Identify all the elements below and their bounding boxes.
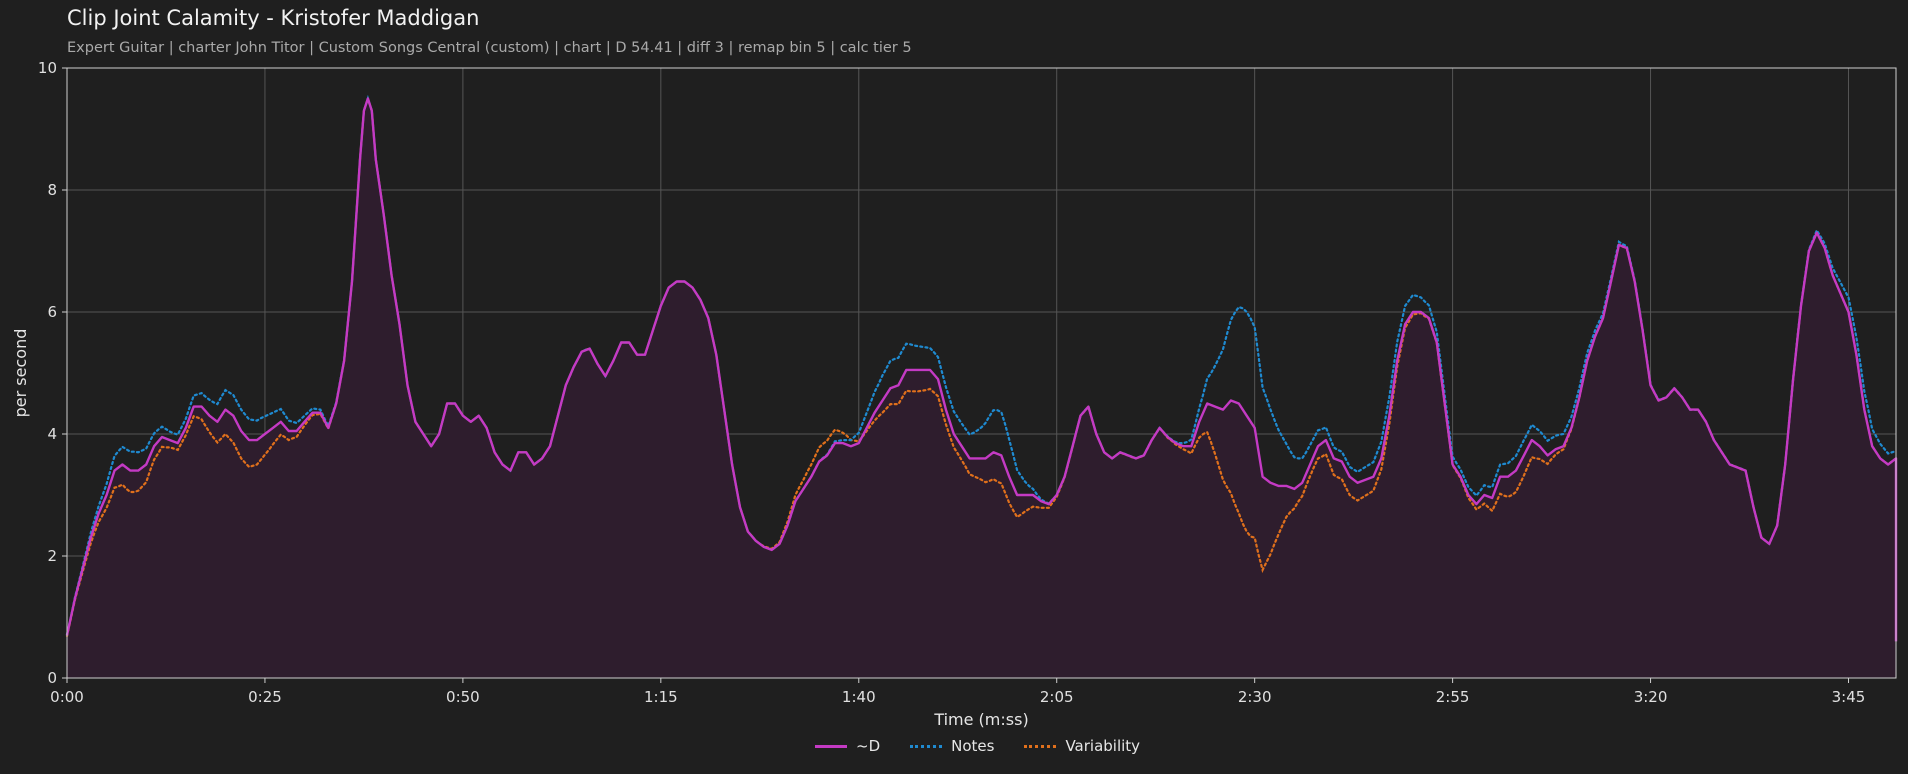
x-tick-label: 2:30 (1238, 688, 1272, 706)
y-axis-label: per second (11, 329, 30, 418)
legend-label-variability: Variability (1065, 737, 1141, 755)
y-tick-label: 8 (47, 181, 57, 199)
legend-swatch-d (815, 744, 847, 748)
y-tick-label: 2 (47, 547, 57, 565)
legend-item-notes: Notes (910, 737, 994, 755)
x-tick-label: 2:55 (1436, 688, 1470, 706)
x-tick-label: 0:00 (50, 688, 84, 706)
x-tick-label: 1:15 (644, 688, 678, 706)
x-tick-label: 0:50 (446, 688, 480, 706)
x-tick-label: 0:25 (248, 688, 282, 706)
legend-label-notes: Notes (951, 737, 995, 755)
y-tick-label: 0 (47, 669, 57, 687)
legend-item-d: ~D (815, 737, 880, 755)
x-axis-label: Time (m:ss) (933, 710, 1028, 729)
x-tick-label: 3:45 (1832, 688, 1866, 706)
legend-swatch-notes (910, 744, 943, 748)
x-tick-label: 1:40 (842, 688, 876, 706)
x-tick-label: 2:05 (1040, 688, 1074, 706)
chart: 0:00 0:25 0:50 1:15 1:40 2:05 2:30 2:55 3:20 3:45… (11, 59, 1898, 729)
legend-item-variability: Variability (1024, 737, 1140, 755)
y-tick-label: 10 (38, 59, 57, 77)
x-tick-label: 3:20 (1634, 688, 1668, 706)
y-tick-label: 4 (47, 425, 57, 443)
y-tick-label: 6 (47, 303, 57, 321)
legend-swatch-variability (1024, 744, 1057, 748)
legend: ~D Notes Variability (815, 737, 1140, 755)
legend-label-d: ~D (856, 737, 881, 755)
